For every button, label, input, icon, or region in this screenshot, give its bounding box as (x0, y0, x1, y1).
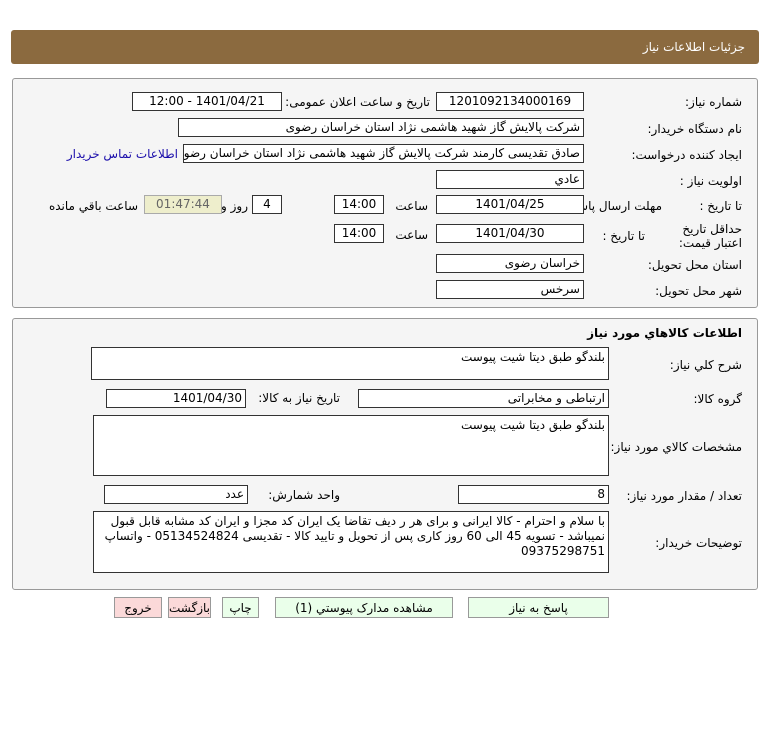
buyer-field: شرکت پالایش گاز شهید هاشمی نژاد استان خر… (178, 118, 584, 137)
remaining-label: ساعت باقي مانده (48, 199, 138, 213)
reply-button[interactable]: پاسخ به نیاز (468, 597, 609, 618)
back-button[interactable]: بازگشت (168, 597, 211, 618)
days-field: 4 (252, 195, 282, 214)
announce-label: تاریخ و ساعت اعلان عمومی: (285, 95, 430, 109)
deadline-to-date-label: تا تاریخ : (699, 199, 742, 213)
qty-field: 8 (458, 485, 609, 504)
priority-field: عادي (436, 170, 584, 189)
announce-field: 1401/04/21 - 12:00 (132, 92, 282, 111)
days-label: روز و (221, 199, 248, 213)
validity-to-date-label: تا تاریخ : (602, 229, 645, 243)
buyer-contact-link[interactable]: اطلاعات تماس خریدار (67, 147, 178, 161)
creator-field: صادق تقدیسی کارمند شرکت پالایش گاز شهید … (183, 144, 584, 163)
unit-label: واحد شمارش: (268, 488, 340, 502)
view-documents-button[interactable]: مشاهده مدارک پیوستي (1) (275, 597, 453, 618)
qty-label: تعداد / مقدار مورد نیاز: (626, 489, 742, 503)
validity-time-field: 14:00 (334, 224, 384, 243)
print-button[interactable]: چاپ (222, 597, 259, 618)
buyer-label: نام دستگاه خریدار: (647, 122, 743, 136)
need-number-label: شماره نیاز: (685, 95, 742, 109)
spec-label: مشخصات کالاي مورد نياز: (610, 440, 742, 454)
validity-label: حداقل تاریخ اعتبار قیمت: (678, 222, 742, 250)
spec-field: بلندگو طبق دیتا شیت پیوست (93, 415, 609, 476)
goods-section-title: اطلاعات کالاهاي مورد نياز (587, 326, 742, 340)
province-field: خراسان رضوی (436, 254, 584, 273)
group-label: گروه کالا: (693, 392, 743, 406)
unit-field: عدد (104, 485, 248, 504)
validity-date-field: 1401/04/30 (436, 224, 584, 243)
priority-label: اولویت نیاز : (679, 174, 742, 188)
creator-label: ایجاد کننده درخواست: (631, 148, 742, 162)
deadline-date-field: 1401/04/25 (436, 195, 584, 214)
notes-label: توضیحات خریدار: (655, 536, 742, 550)
need-info-panel (12, 78, 758, 308)
page-title: جزئیات اطلاعات نیاز (642, 40, 745, 54)
desc-field: بلندگو طبق دیتا شیت پیوست (91, 347, 609, 380)
province-label: استان محل تحویل: (647, 258, 742, 272)
notes-field: با سلام و احترام - کالا ایرانی و برای هر… (93, 511, 609, 573)
need-date-label: تاریخ نیاز به کالا: (258, 391, 340, 405)
deadline-time-field: 14:00 (334, 195, 384, 214)
exit-button[interactable]: خروج (114, 597, 162, 618)
city-label: شهر محل تحویل: (655, 284, 742, 298)
group-field: ارتباطی و مخابراتی (358, 389, 609, 408)
validity-time-label: ساعت (395, 228, 428, 242)
need-date-field: 1401/04/30 (106, 389, 246, 408)
desc-label: شرح کلي نياز: (669, 358, 742, 372)
need-number-field: 1201092134000169 (436, 92, 584, 111)
page-header: جزئیات اطلاعات نیاز (11, 30, 759, 64)
deadline-time-label: ساعت (395, 199, 428, 213)
remaining-time-field: 01:47:44 (144, 195, 222, 214)
city-field: سرخس (436, 280, 584, 299)
